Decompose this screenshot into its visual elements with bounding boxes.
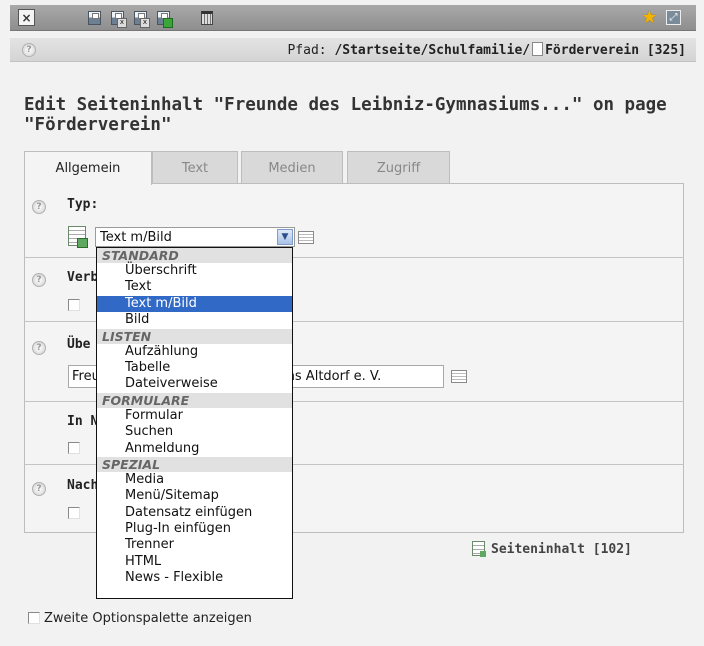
tab-label: Zugriff	[376, 161, 421, 176]
save-view-icon[interactable]	[109, 9, 127, 28]
wizard-icon[interactable]	[298, 231, 314, 244]
help-icon[interactable]: ?	[32, 273, 46, 287]
dropdown-group: LISTEN	[97, 328, 292, 344]
path-page[interactable]: Förderverein [325]	[545, 43, 686, 58]
delete-icon[interactable]	[198, 9, 215, 26]
dropdown-option[interactable]: Formular	[97, 408, 292, 424]
docheader-toolbar: × ★ ⤢	[10, 5, 696, 31]
save-close-icon[interactable]	[132, 9, 150, 28]
dropdown-option[interactable]: Bild	[97, 312, 292, 328]
save-icon[interactable]	[86, 9, 103, 26]
save-new-icon[interactable]	[155, 9, 173, 28]
dropdown-option[interactable]: Media	[97, 472, 292, 488]
typ-select[interactable]: Text m/Bild ▼	[95, 227, 295, 247]
nav-title-label: In N	[67, 414, 99, 429]
path-trail[interactable]: /Startseite/Schulfamilie/	[334, 43, 530, 58]
dropdown-option[interactable]: Dateiverweise	[97, 376, 292, 392]
dropdown-option[interactable]: Aufzählung	[97, 344, 292, 360]
dropdown-option[interactable]: HTML	[97, 554, 292, 570]
typ-select-value: Text m/Bild	[100, 230, 172, 245]
help-icon[interactable]: ?	[32, 341, 46, 355]
path-bar: ? Pfad: /Startseite/Schulfamilie/Förderv…	[10, 38, 696, 62]
help-icon[interactable]: ?	[32, 200, 46, 214]
dropdown-option[interactable]: Trenner	[97, 537, 292, 553]
second-palette-checkbox[interactable]	[28, 612, 40, 624]
hide-checkbox[interactable]	[68, 299, 80, 311]
tab-label: Medien	[268, 161, 316, 176]
dropdown-option[interactable]: Text	[97, 279, 292, 295]
after-label: Nach	[67, 478, 99, 493]
tab-zugriff[interactable]: Zugriff	[347, 151, 450, 184]
page-title: Edit Seiteninhalt "Freunde des Leibniz-G…	[24, 95, 667, 135]
second-palette-toggle[interactable]: Zweite Optionspalette anzeigen	[28, 611, 252, 626]
dropdown-group: FORMULARE	[97, 392, 292, 408]
dropdown-option[interactable]: Datensatz einfügen	[97, 505, 292, 521]
dropdown-option-selected[interactable]: Text m/Bild	[97, 295, 292, 313]
record-label: Seiteninhalt [102]	[491, 542, 632, 557]
close-icon[interactable]: ×	[18, 9, 35, 26]
chevron-down-icon[interactable]: ▼	[277, 229, 293, 245]
dropdown-option[interactable]: Überschrift	[97, 263, 292, 279]
content-type-icon	[68, 226, 88, 248]
nav-checkbox[interactable]	[68, 442, 80, 454]
help-icon[interactable]: ?	[22, 43, 36, 57]
tab-allgemein[interactable]: Allgemein	[24, 151, 152, 185]
tab-text[interactable]: Text	[152, 151, 238, 184]
second-palette-label: Zweite Optionspalette anzeigen	[44, 611, 252, 626]
dropdown-option[interactable]: Suchen	[97, 424, 292, 440]
shortcut-star-icon[interactable]: ★	[641, 9, 658, 27]
wizard-icon[interactable]	[451, 370, 467, 383]
dropdown-option[interactable]: Tabelle	[97, 360, 292, 376]
record-link[interactable]: Seiteninhalt [102]	[472, 541, 632, 557]
typ-dropdown-list: STANDARD Überschrift Text Text m/Bild Bi…	[96, 247, 293, 599]
dropdown-option[interactable]: Plug-In einfügen	[97, 521, 292, 537]
content-element-icon	[472, 541, 486, 557]
header-label: Übe	[67, 337, 91, 352]
dropdown-option[interactable]: Menü/Sitemap	[97, 488, 292, 504]
dropdown-option[interactable]: News - Flexible	[97, 570, 292, 586]
path-label: Pfad:	[287, 43, 327, 58]
typ-label: Typ:	[67, 197, 99, 212]
tab-label: Text	[181, 161, 209, 176]
tab-medien[interactable]: Medien	[241, 151, 343, 184]
tab-label: Allgemein	[55, 161, 121, 176]
fullscreen-icon[interactable]: ⤢	[665, 9, 682, 26]
dropdown-option[interactable]: Anmeldung	[97, 441, 292, 457]
page-icon	[532, 42, 544, 56]
page-path: Pfad: /Startseite/Schulfamilie/Förderver…	[287, 42, 686, 58]
hide-label: Verb	[67, 270, 99, 285]
dropdown-group: SPEZIAL	[97, 456, 292, 472]
help-icon[interactable]: ?	[32, 482, 46, 496]
dropdown-group: STANDARD	[97, 248, 292, 263]
after-checkbox[interactable]	[68, 507, 80, 519]
